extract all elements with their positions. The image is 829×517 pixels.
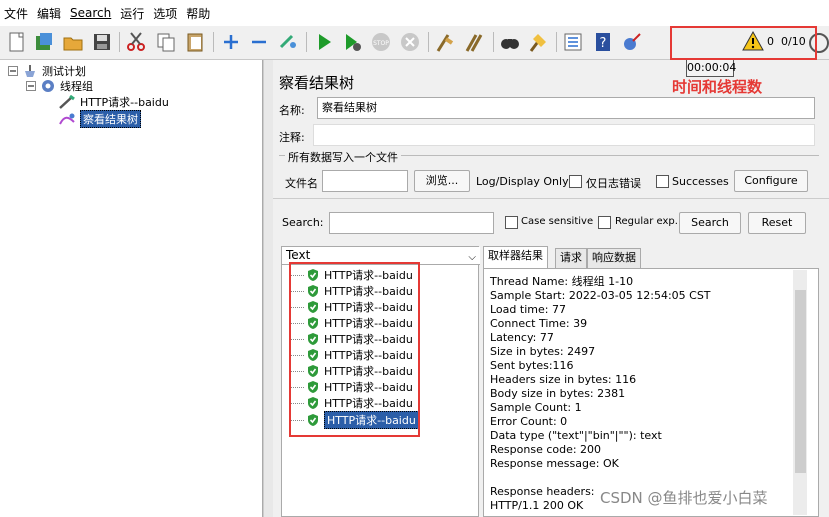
menu-options[interactable]: 选项: [153, 5, 177, 22]
menu-edit[interactable]: 编辑: [37, 5, 61, 22]
comment-label: 注释:: [279, 131, 305, 144]
clear-icon[interactable]: [434, 31, 456, 53]
tab-sampler-result[interactable]: 取样器结果: [483, 246, 548, 268]
search-label: Search:: [282, 216, 324, 229]
tree-node-view-results-tree[interactable]: 察看结果树: [58, 110, 141, 128]
detail-line: [490, 471, 812, 485]
detail-line: Connect Time: 39: [490, 317, 588, 330]
detail-line: Latency: 77: [490, 331, 554, 344]
reset-button[interactable]: Reset: [748, 212, 806, 234]
test-plan-icon: [25, 65, 35, 77]
detail-line: Sample Start: 2022-03-05 12:54:05 CST: [490, 289, 711, 302]
listener-icon: [59, 113, 75, 125]
configure-button[interactable]: Configure: [734, 170, 808, 192]
tree-node-thread-group[interactable]: 线程组: [40, 78, 93, 94]
detail-scrollbar[interactable]: [793, 270, 807, 515]
collapse-icon[interactable]: [248, 31, 270, 53]
copy-icon[interactable]: [155, 31, 177, 53]
detail-line: Data type ("text"|"bin"|""): text: [490, 429, 662, 442]
save-icon[interactable]: [91, 31, 113, 53]
tab-request[interactable]: 请求: [555, 248, 587, 268]
clear-all-icon[interactable]: [464, 31, 486, 53]
pipette-icon: [59, 95, 75, 109]
detail-line: Sent bytes:116: [490, 359, 574, 372]
case-sensitive-label: Case sensitive: [521, 216, 594, 227]
gear-icon: [42, 80, 54, 92]
page-title: 察看结果树: [279, 74, 355, 92]
new-icon[interactable]: [6, 31, 28, 53]
browse-button[interactable]: 浏览...: [414, 170, 470, 192]
search-button[interactable]: Search: [679, 212, 741, 234]
result-tabs: 取样器结果 请求 响应数据: [483, 246, 829, 268]
detail-line: Sample Count: 1: [490, 401, 582, 414]
svg-text:STOP: STOP: [373, 40, 389, 47]
templates-icon[interactable]: [33, 31, 55, 53]
sampler-result-detail: Thread Name: 线程组 1-10 Sample Start: 2022-…: [483, 268, 819, 517]
search-icon[interactable]: [499, 31, 521, 53]
filename-input[interactable]: [322, 170, 408, 192]
expand-icon[interactable]: [220, 31, 242, 53]
open-icon[interactable]: [62, 31, 84, 53]
group-title: 所有数据写入一个文件: [285, 149, 401, 165]
reset-search-icon[interactable]: [527, 31, 549, 53]
errors-only-checkbox[interactable]: [569, 175, 582, 188]
divider: [273, 198, 829, 202]
detail-line: Response code: 200: [490, 443, 602, 456]
remote-icon[interactable]: [621, 31, 643, 53]
errors-only-label: 仅日志错误: [586, 177, 641, 190]
start-icon[interactable]: [313, 31, 335, 53]
start-no-pause-icon[interactable]: [341, 31, 363, 53]
filename-label: 文件名: [285, 177, 318, 190]
detail-line: Response message: OK: [490, 457, 619, 470]
detail-line: Size in bytes: 2497: [490, 345, 596, 358]
comment-field[interactable]: [313, 124, 815, 146]
detail-line: Load time: 77: [490, 303, 566, 316]
detail-line: Body size in bytes: 2381: [490, 387, 626, 400]
paste-icon[interactable]: [184, 31, 206, 53]
stop-icon[interactable]: STOP: [370, 31, 392, 53]
tree-node-test-plan[interactable]: 测试计划: [22, 63, 86, 79]
cut-icon[interactable]: [125, 31, 147, 53]
log-display-label: Log/Display Only:: [476, 175, 572, 188]
name-field[interactable]: 察看结果树: [317, 97, 815, 119]
detail-line: Thread Name: 线程组 1-10: [490, 275, 634, 288]
regex-label: Regular exp.: [615, 216, 678, 227]
regex-checkbox[interactable]: [598, 216, 611, 229]
function-helper-icon[interactable]: [562, 31, 584, 53]
collapse-toggle-icon[interactable]: [8, 66, 18, 76]
case-sensitive-checkbox[interactable]: [505, 216, 518, 229]
svg-text:?: ?: [600, 36, 607, 51]
annotation-label: 时间和线程数: [672, 78, 763, 96]
help-icon[interactable]: ?: [592, 31, 614, 53]
successes-label: Successes: [672, 175, 729, 188]
detail-line: Error Count: 0: [490, 415, 568, 428]
chevron-down-icon: ⌵: [468, 252, 476, 263]
scrollbar-thumb[interactable]: [795, 290, 806, 473]
panel-splitter[interactable]: [263, 60, 273, 517]
menu-search[interactable]: Search: [70, 6, 111, 20]
collapse-toggle-icon[interactable]: [26, 81, 36, 91]
tab-response-data[interactable]: 响应数据: [587, 248, 641, 268]
detail-line: Headers size in bytes: 116: [490, 373, 637, 386]
tree-node-http-request[interactable]: HTTP请求--baidu: [58, 94, 169, 110]
name-label: 名称:: [279, 104, 305, 117]
highlight-box-timer: [670, 26, 817, 60]
search-input[interactable]: [329, 212, 494, 234]
highlight-box-results: [289, 262, 420, 437]
test-plan-tree: 测试计划 线程组 HTTP请求--baidu 察看结果树: [0, 60, 263, 517]
successes-checkbox[interactable]: [656, 175, 669, 188]
menu-help[interactable]: 帮助: [186, 5, 210, 22]
menu-bar: 文件 编辑 Search 运行 选项 帮助: [0, 0, 829, 26]
shutdown-icon[interactable]: [399, 31, 421, 53]
toggle-icon[interactable]: [277, 31, 299, 53]
menu-run[interactable]: 运行: [120, 5, 144, 22]
menu-file[interactable]: 文件: [4, 5, 28, 22]
watermark: CSDN @鱼排也爱小白菜: [600, 489, 768, 507]
